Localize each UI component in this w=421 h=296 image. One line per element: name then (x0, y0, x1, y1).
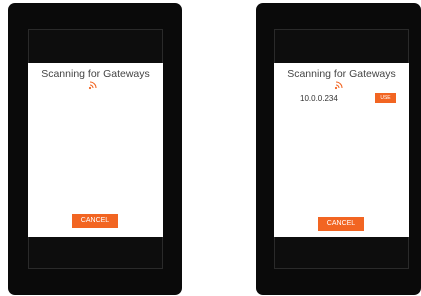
gateway-scan-screen: Scanning for Gateways CANCEL (28, 63, 163, 237)
screen-title: Scanning for Gateways (41, 68, 150, 80)
wifi-scanning-icon (88, 81, 97, 90)
wifi-scanning-icon (334, 81, 343, 90)
cancel-button[interactable]: CANCEL (72, 214, 118, 228)
device-frame-results: Scanning for Gateways 10.0.0.234 USE CAN… (256, 3, 421, 295)
device-frame-scanning: Scanning for Gateways CANCEL (8, 3, 182, 295)
gateway-ip-address: 10.0.0.234 (300, 94, 338, 103)
screen-title: Scanning for Gateways (287, 68, 396, 80)
device-display: Scanning for Gateways 10.0.0.234 USE CAN… (274, 29, 409, 269)
gateway-scan-screen: Scanning for Gateways 10.0.0.234 USE CAN… (274, 63, 409, 237)
device-display: Scanning for Gateways CANCEL (28, 29, 163, 269)
cancel-button[interactable]: CANCEL (318, 217, 364, 231)
use-gateway-button[interactable]: USE (375, 93, 396, 103)
gateway-list-item: 10.0.0.234 USE (274, 93, 409, 105)
